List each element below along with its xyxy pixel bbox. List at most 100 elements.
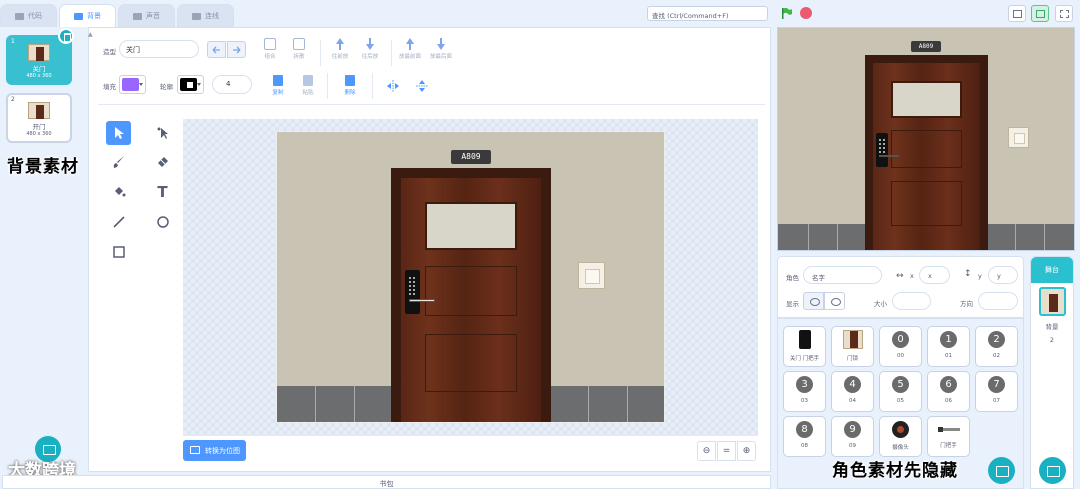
copy-button[interactable]: 复制: [265, 75, 291, 96]
redo-button[interactable]: [227, 41, 246, 58]
ungroup-button[interactable]: 拆散: [282, 38, 316, 60]
outline-color-picker[interactable]: [177, 75, 204, 94]
backdrop-name-label: 造型: [103, 48, 116, 56]
code-icon: [15, 12, 24, 20]
outline-width-input[interactable]: 4: [212, 75, 252, 94]
stage-backdrop-thumbnail: [1038, 287, 1066, 316]
zoom-out-button[interactable]: ⊖: [697, 441, 716, 461]
tab-code[interactable]: 代码: [0, 4, 57, 27]
select-tool[interactable]: [106, 121, 131, 145]
green-flag-icon[interactable]: [781, 7, 793, 19]
copy-icon: [273, 75, 283, 86]
tab-connect[interactable]: 连线: [177, 4, 234, 27]
sprite-item[interactable]: 5 05: [879, 371, 922, 412]
paste-button[interactable]: 粘贴: [295, 75, 321, 96]
overlay-caption-right: 角色素材先隐藏: [832, 461, 958, 481]
sprite-name: 05: [897, 398, 904, 404]
hide-sprite-button[interactable]: [824, 292, 845, 310]
sprite-name: 07: [993, 398, 1000, 404]
direction-input[interactable]: [978, 292, 1018, 310]
zoom-reset-button[interactable]: =: [717, 441, 736, 461]
sprite-item[interactable]: 6 06: [927, 371, 970, 412]
backdrop-number: 1: [11, 38, 15, 45]
convert-to-bitmap-button[interactable]: 转换为位图: [183, 440, 246, 461]
delete-button[interactable]: 删除: [337, 75, 363, 96]
forward-button[interactable]: 往前放: [323, 38, 357, 60]
tab-backdrops[interactable]: 背景: [59, 4, 116, 27]
stop-icon[interactable]: [800, 7, 812, 19]
sprite-info-panel: 角色 名字 ↔ x x ↕ y y 显示 大小 方向: [777, 256, 1024, 318]
sprite-item[interactable]: 门锁: [831, 326, 874, 367]
sprite-item[interactable]: 关门 门把手: [783, 326, 826, 367]
backdrop-thumbnail: [28, 102, 50, 119]
add-sprite-button[interactable]: [988, 457, 1015, 484]
backpack-bar[interactable]: 书包: [2, 475, 771, 489]
sprite-item[interactable]: 9 09: [831, 416, 874, 457]
circle-tool[interactable]: [150, 210, 175, 234]
backdrop-list: 1 关门 480 x 360 2 开门 480 x 360: [2, 28, 86, 489]
sprite-name-input[interactable]: 名字: [803, 266, 882, 284]
sprite-item[interactable]: 2 02: [975, 326, 1018, 367]
backdrop-number: 2: [11, 96, 15, 103]
rectangle-tool[interactable]: [106, 240, 131, 264]
x-input[interactable]: x: [919, 266, 950, 284]
room-number-plate: A809: [451, 150, 491, 164]
undo-button[interactable]: [207, 41, 226, 58]
sprite-name: 03: [801, 398, 808, 404]
line-tool[interactable]: [106, 210, 131, 234]
door-panel: [425, 334, 517, 392]
show-label: 显示: [786, 300, 799, 308]
arrow-up-icon: [334, 38, 346, 50]
sprite-name: 02: [993, 353, 1000, 359]
sprite-item[interactable]: 摄像头: [879, 416, 922, 457]
size-input[interactable]: [892, 292, 931, 310]
delete-backdrop-icon[interactable]: [58, 28, 74, 44]
sprite-item[interactable]: 1 01: [927, 326, 970, 367]
small-stage-button[interactable]: [1008, 5, 1026, 22]
brush-icon: [74, 12, 83, 20]
normal-stage-button[interactable]: [1031, 5, 1049, 22]
brush-tool[interactable]: [106, 150, 131, 174]
backward-button[interactable]: 往后放: [353, 38, 387, 60]
flip-vertical-icon[interactable]: [415, 79, 429, 93]
scroll-up-arrow[interactable]: ▲: [88, 31, 94, 38]
back-button[interactable]: 放最后面: [424, 38, 458, 60]
lock-thumbnail: [798, 330, 811, 349]
zoom-out-icon: ⊖: [702, 446, 711, 456]
toolbar-divider: [372, 73, 373, 99]
stage-panel[interactable]: 舞台 背景 2: [1030, 256, 1074, 489]
search-input[interactable]: 查找 (Ctrl/Command+F): [647, 6, 768, 21]
sprite-item[interactable]: 4 04: [831, 371, 874, 412]
tab-sounds-label: 声音: [146, 12, 160, 20]
y-input[interactable]: y: [988, 266, 1018, 284]
reshape-tool[interactable]: [150, 121, 175, 145]
connect-icon: [192, 12, 201, 20]
fill-tool[interactable]: [106, 180, 131, 204]
fullscreen-button[interactable]: [1055, 5, 1073, 22]
paint-canvas[interactable]: A809: [183, 119, 758, 436]
flip-horizontal-icon[interactable]: [386, 79, 400, 93]
door-panel: [891, 181, 962, 226]
sprite-item[interactable]: 3 03: [783, 371, 826, 412]
toolbar-divider: [327, 73, 328, 99]
tab-sounds[interactable]: 声音: [118, 4, 175, 27]
sprite-item[interactable]: 7 07: [975, 371, 1018, 412]
eraser-tool[interactable]: [150, 150, 175, 174]
sprite-item[interactable]: 8 08: [783, 416, 826, 457]
zoom-in-button[interactable]: ⊕: [737, 441, 756, 461]
add-backdrop-stage-button[interactable]: [1039, 457, 1066, 484]
text-tool[interactable]: T: [150, 180, 175, 204]
backdrop-name-input[interactable]: 关门: [119, 40, 199, 58]
backdrop-item-2[interactable]: 2 开门 480 x 360: [6, 93, 72, 143]
sprite-item[interactable]: 0 00: [879, 326, 922, 367]
smart-lock: [876, 133, 888, 167]
pointer-icon: [114, 127, 124, 139]
front-button[interactable]: 放最前面: [393, 38, 427, 60]
show-sprite-button[interactable]: [803, 292, 824, 310]
fill-color-picker[interactable]: [119, 75, 146, 94]
stage-preview[interactable]: A809: [777, 27, 1075, 251]
sprite-item[interactable]: 门把手: [927, 416, 970, 457]
sprite-name: 00: [897, 353, 904, 359]
digit-0-icon: 0: [892, 331, 909, 348]
backdrop-size: 480 x 360: [26, 73, 52, 79]
